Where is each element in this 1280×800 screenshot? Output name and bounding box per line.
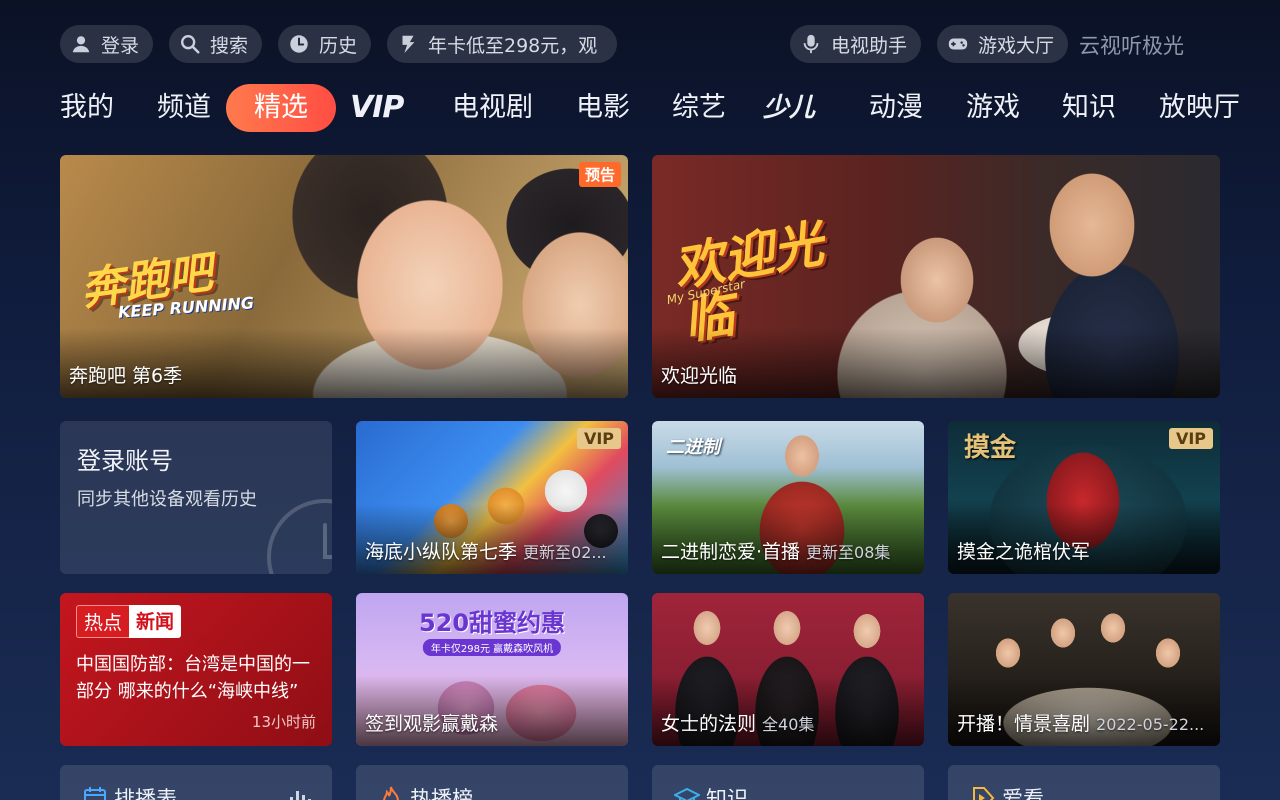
login-label: 登录 [101, 34, 140, 57]
schedule-card[interactable]: 排播表 [60, 765, 332, 800]
tab-tv-series[interactable]: 电视剧 [452, 84, 533, 132]
knowledge-label: 知识 [706, 787, 748, 800]
card-title: 女士的法则 [661, 713, 757, 735]
card-title: 摸金之诡棺伏军 [957, 541, 1091, 563]
tab-variety[interactable]: 综艺 [672, 84, 726, 132]
bar-chart-icon [290, 791, 311, 800]
card-subtitle: 更新至08集 [806, 543, 891, 562]
hot-chart-card[interactable]: 热播榜 [356, 765, 628, 800]
history-button[interactable]: 历史 [278, 25, 371, 63]
promo-label: 年卡低至298元，观 [428, 34, 598, 57]
tab-featured[interactable]: 精选 [226, 84, 336, 132]
card-title: 二进制恋爱·首播 [661, 541, 801, 563]
preview-badge: 预告 [578, 162, 621, 187]
tab-channels[interactable]: 频道 [157, 84, 211, 132]
promo-subline: 年卡仅298元 赢戴森吹风机 [422, 639, 562, 656]
tab-kids[interactable]: 少儿 [763, 84, 815, 132]
card-octonauts[interactable]: VIP 海底小纵队第七季 更新至02... [356, 421, 628, 574]
login-card-subtitle: 同步其他设备观看历史 [77, 489, 257, 510]
tv-assistant-button[interactable]: 电视助手 [790, 25, 921, 63]
card-title: 开播！情景喜剧 [957, 713, 1091, 735]
hot-news-card[interactable]: 热点 新闻 中国国防部：台湾是中国的一部分 哪来的什么“海峡中线” 13小时前 [60, 593, 332, 746]
tab-movies[interactable]: 电影 [576, 84, 630, 132]
news-tag: 新闻 [129, 605, 182, 638]
tab-cinema[interactable]: 放映厅 [1159, 84, 1240, 132]
vip-badge: VIP [1168, 428, 1213, 449]
search-button[interactable]: 搜索 [169, 25, 262, 63]
news-time: 13小时前 [251, 713, 316, 731]
card-subtitle: 全40集 [762, 715, 815, 734]
category-tabs: 我的 频道 精选 VIP 电视剧 电影 综艺 少儿 动漫 游戏 知识 放映厅 [60, 84, 1280, 132]
card-binary-love[interactable]: 二进制 二进制恋爱·首播 更新至08集 [652, 421, 924, 574]
watch-love-label: 爱看 [1002, 787, 1044, 800]
login-account-card[interactable]: 登录账号 同步其他设备观看历史 [60, 421, 332, 574]
hero-title: 欢迎光临 [661, 365, 738, 387]
hero-card-welcome[interactable]: 欢迎光临 My Superstar 欢迎光临 [652, 155, 1220, 398]
search-icon [179, 33, 201, 55]
schedule-label: 排播表 [114, 787, 177, 800]
card-subtitle: 更新至02... [523, 543, 607, 562]
promo-headline: 520甜蜜约惠 [418, 609, 566, 637]
hot-tag: 热点 [76, 605, 130, 638]
card-sitcom[interactable]: 开播！情景喜剧 2022-05-22... [948, 593, 1220, 746]
brand-name: 云视听极光 [1079, 34, 1184, 58]
graduation-cap-icon [674, 787, 700, 800]
tab-games[interactable]: 游戏 [966, 84, 1020, 132]
tab-vip[interactable]: VIP [350, 84, 404, 132]
lightning-icon [397, 33, 419, 55]
tab-mine[interactable]: 我的 [60, 84, 114, 132]
hero-title: 奔跑吧 第6季 [69, 365, 183, 387]
play-tag-icon [973, 787, 995, 800]
card-lady-rules[interactable]: 女士的法则 全40集 [652, 593, 924, 746]
card-520-promo[interactable]: 520甜蜜约惠 年卡仅298元 赢戴森吹风机 签到观影赢戴森 [356, 593, 628, 746]
tab-anime[interactable]: 动漫 [869, 84, 923, 132]
tv-assistant-label: 电视助手 [831, 34, 908, 57]
card-mojin[interactable]: 摸金 VIP 摸金之诡棺伏军 [948, 421, 1220, 574]
mojin-logo: 摸金 [964, 433, 1017, 463]
search-label: 搜索 [210, 34, 249, 57]
microphone-icon [800, 33, 822, 55]
card-title: 海底小纵队第七季 [365, 541, 518, 563]
tab-knowledge[interactable]: 知识 [1062, 84, 1116, 132]
binary-love-logo: 二进制 [666, 437, 720, 458]
card-subtitle: 2022-05-22... [1096, 715, 1205, 734]
top-bar: 登录 搜索 历史 年卡低至298元，观 电视助手 游戏大厅 云视听极光 [60, 25, 1220, 63]
vip-badge: VIP [576, 428, 621, 449]
calendar-icon [84, 787, 106, 800]
gamepad-icon [947, 33, 969, 55]
clock-icon [288, 33, 310, 55]
knowledge-card[interactable]: 知识 [652, 765, 924, 800]
login-button[interactable]: 登录 [60, 25, 153, 63]
hot-chart-label: 热播榜 [410, 787, 473, 800]
watch-love-card[interactable]: 爱看 [948, 765, 1220, 800]
promo-banner-button[interactable]: 年卡低至298元，观 [387, 25, 617, 63]
user-icon [70, 33, 92, 55]
hero-card-keep-running[interactable]: 奔跑吧 KEEP RUNNING 预告 奔跑吧 第6季 [60, 155, 628, 398]
history-label: 历史 [319, 34, 358, 57]
fire-icon [383, 786, 399, 800]
clock-watermark-icon [267, 499, 332, 574]
game-hall-label: 游戏大厅 [978, 34, 1055, 57]
login-card-title: 登录账号 [77, 447, 173, 475]
card-title: 签到观影赢戴森 [365, 713, 499, 735]
game-hall-button[interactable]: 游戏大厅 [937, 25, 1068, 63]
news-headline: 中国国防部：台湾是中国的一部分 哪来的什么“海峡中线” [76, 654, 310, 702]
